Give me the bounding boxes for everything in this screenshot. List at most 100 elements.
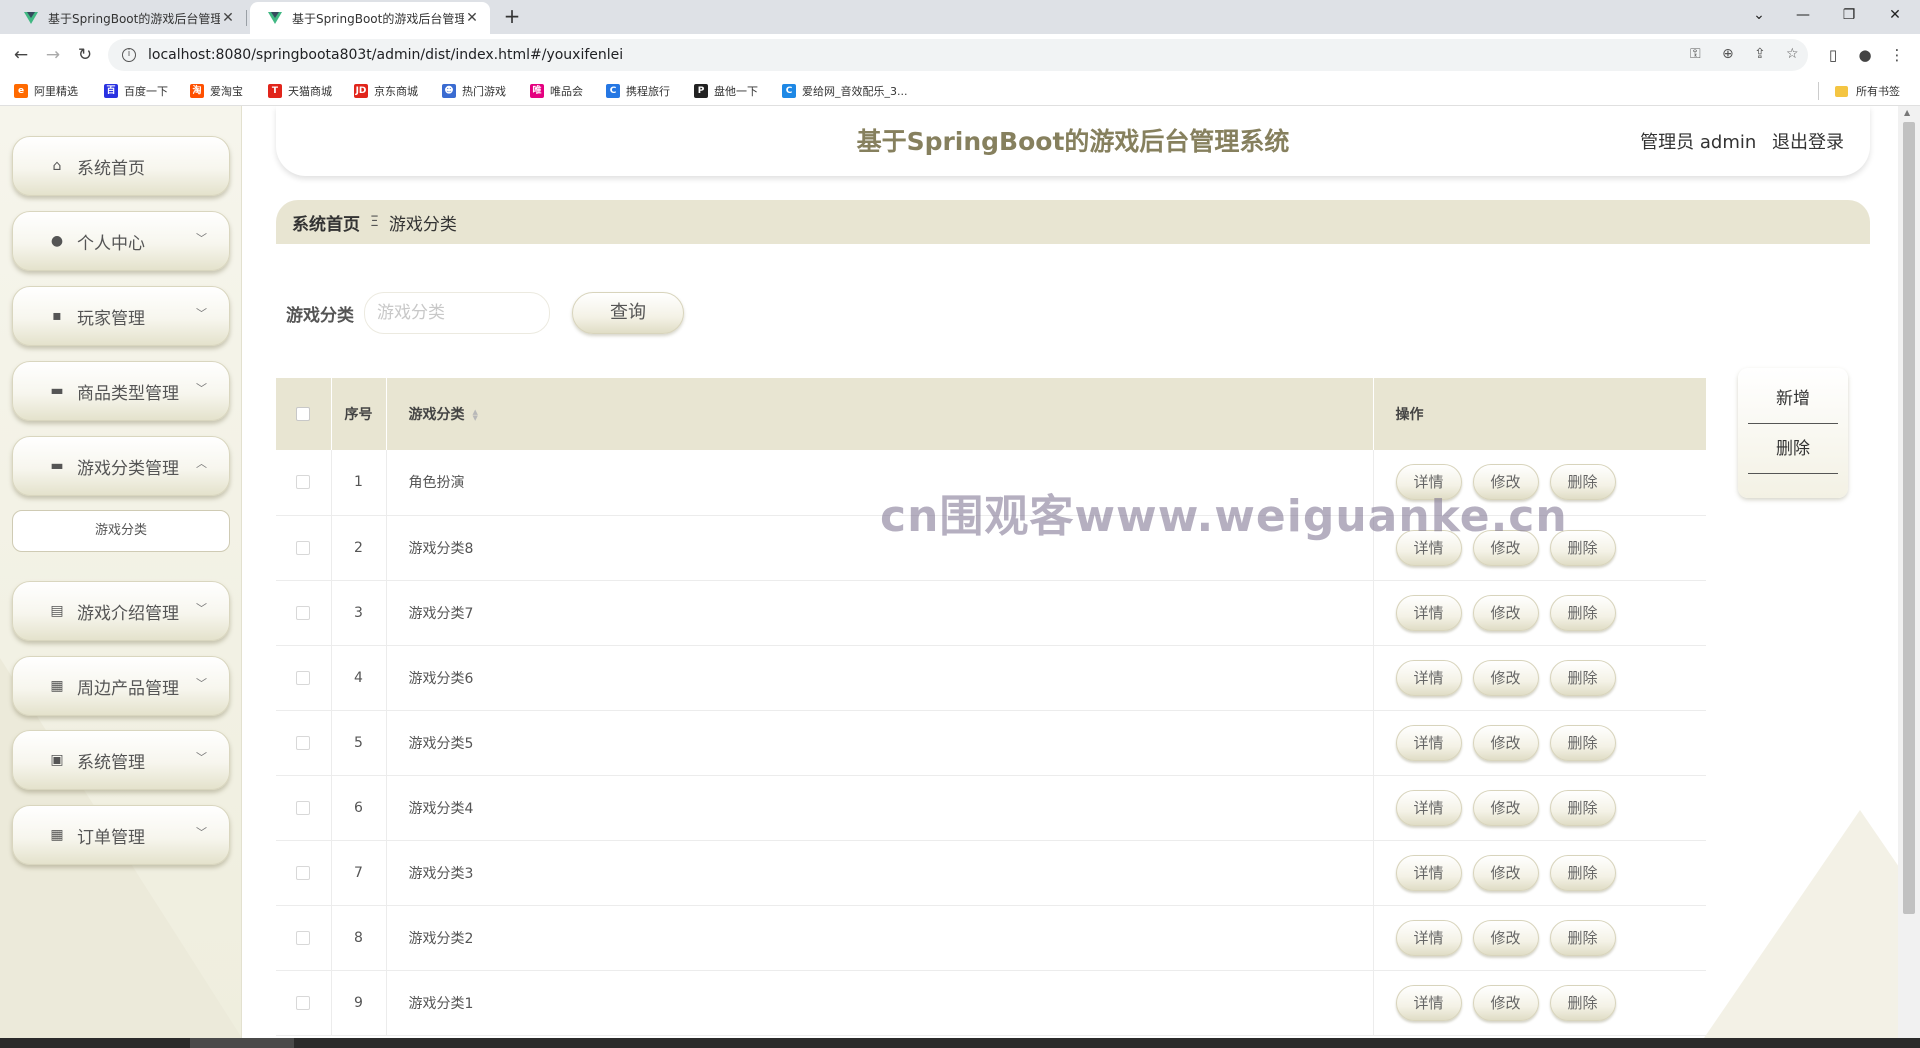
tab-close-icon[interactable]: ✕ [464,10,480,26]
sidebar-item-order-management[interactable]: ▦ 订单管理 ﹀ [12,805,230,865]
edit-button[interactable]: 修改 [1472,919,1539,956]
edit-button[interactable]: 修改 [1472,464,1539,501]
browser-tab[interactable]: 基于SpringBoot的游戏后台管理 ✕ [6,2,246,34]
edit-button[interactable]: 修改 [1472,659,1539,696]
detail-button[interactable]: 详情 [1395,984,1462,1021]
minimize-icon[interactable]: — [1780,0,1826,30]
sidebar-item-home[interactable]: ⌂ 系统首页 [12,136,230,196]
sidebar-item-game-intro-management[interactable]: ▤ 游戏介绍管理 ﹀ [12,581,230,641]
back-icon[interactable]: ← [8,42,34,68]
table-row: 1 角色扮演 详情 修改 删除 [276,450,1706,516]
bookmark[interactable]: 唯唯品会 [530,83,583,99]
bookmark[interactable]: e 阿里精选 [14,83,78,99]
sidebar-subitem-game-category[interactable]: 游戏分类 [12,510,230,552]
detail-button[interactable]: 详情 [1395,594,1462,631]
edit-button[interactable]: 修改 [1472,594,1539,631]
sidebar-item-system-management[interactable]: ▣ 系统管理 ﹀ [12,730,230,790]
name-column-header[interactable]: 游戏分类 ▲ ▼ [386,378,1374,450]
detail-button[interactable]: 详情 [1395,789,1462,826]
bookmark[interactable]: ☻ 热门游戏 [442,83,506,99]
address-bar[interactable]: i localhost:8080/springboota803t/admin/d… [108,39,1808,71]
row-checkbox[interactable] [296,865,311,880]
select-all-checkbox[interactable] [296,407,311,421]
sidebar-item-game-category-management[interactable]: ▬ 游戏分类管理 ︿ [12,436,230,496]
row-checkbox[interactable] [296,475,311,490]
row-checkbox[interactable] [296,605,311,620]
delete-button[interactable]: 删除 [1549,464,1616,501]
edit-button[interactable]: 修改 [1472,854,1539,891]
new-tab-icon[interactable]: + [498,4,526,28]
bookmark[interactable]: JD 京东商城 [354,83,418,99]
detail-button[interactable]: 详情 [1395,659,1462,696]
sidebar-item-player-management[interactable]: ▪ 玩家管理 ﹀ [12,286,230,346]
edit-button[interactable]: 修改 [1472,724,1539,761]
delete-button[interactable]: 删除 [1549,529,1616,566]
taskbar-app[interactable] [190,1038,294,1048]
sidebar-item-personal-center[interactable]: ● 个人中心 ﹀ [12,211,230,271]
forward-icon[interactable]: → [40,42,66,68]
scrollbar-thumb[interactable] [1903,122,1915,914]
edit-button[interactable]: 修改 [1472,789,1539,826]
share-icon[interactable]: ⇪ [1754,46,1766,62]
detail-button[interactable]: 详情 [1395,724,1462,761]
bookmark[interactable]: P 盘他一下 [694,83,758,99]
logout-link[interactable]: 退出登录 [1772,132,1844,153]
add-button[interactable]: 新增 [1748,374,1838,424]
sidepanel-icon[interactable]: ▯ [1820,42,1846,68]
delete-button[interactable]: 删除 [1549,594,1616,631]
table-row: 2 游戏分类8 详情 修改 删除 [276,515,1706,581]
query-button[interactable]: 查询 [572,292,684,334]
aigei-icon: C [782,84,796,98]
delete-button[interactable]: 删除 [1549,984,1616,1021]
delete-button[interactable]: 删除 [1549,919,1616,956]
detail-button[interactable]: 详情 [1395,854,1462,891]
tab-close-icon[interactable]: ✕ [220,10,236,26]
row-checkbox[interactable] [296,995,311,1010]
url-text[interactable]: localhost:8080/springboota803t/admin/dis… [148,47,623,63]
row-checkbox[interactable] [296,930,311,945]
bookmark[interactable]: 淘爱淘宝 [190,83,243,99]
detail-button[interactable]: 详情 [1395,529,1462,566]
tab-search-icon[interactable]: ⌄ [1736,0,1782,30]
bookmark[interactable]: 百百度一下 [104,83,168,99]
delete-button[interactable]: 删除 [1549,659,1616,696]
restore-icon[interactable]: ❐ [1826,0,1872,30]
key-icon[interactable]: ⚿ [1690,46,1701,62]
sort-icon[interactable]: ▲ ▼ [473,409,478,422]
reload-icon[interactable]: ↻ [72,42,98,68]
site-info-icon[interactable]: i [122,48,136,62]
profile-avatar-icon[interactable]: ● [1852,42,1878,68]
sidebar-item-merch-management[interactable]: ▦ 周边产品管理 ﹀ [12,656,230,716]
data-table: 序号 游戏分类 ▲ ▼ 操作 1 角色扮演 详情 修改 删除 2 游戏分类8 详… [276,378,1706,1038]
bulk-delete-button[interactable]: 删除 [1748,424,1838,474]
browser-tab-active[interactable]: 基于SpringBoot的游戏后台管理 ✕ [250,2,490,34]
star-icon[interactable]: ☆ [1786,46,1799,62]
all-bookmarks[interactable]: 所有书签 [1835,83,1900,99]
window-close-icon[interactable]: ✕ [1872,0,1918,30]
row-checkbox[interactable] [296,800,311,815]
row-actions: 详情 修改 删除 [1373,710,1706,776]
row-checkbox[interactable] [296,540,311,555]
baidu-icon: 百 [104,84,118,98]
delete-button[interactable]: 删除 [1549,789,1616,826]
detail-button[interactable]: 详情 [1395,919,1462,956]
row-checkbox[interactable] [296,670,311,685]
bookmark[interactable]: C 携程旅行 [606,83,670,99]
bookmark[interactable]: T 天猫商城 [268,83,332,99]
chevron-down-icon: ﹀ [196,602,207,615]
menu-dots-icon[interactable]: ⋮ [1884,42,1910,68]
edit-button[interactable]: 修改 [1472,529,1539,566]
row-checkbox[interactable] [296,735,311,750]
browser-tabstrip: 基于SpringBoot的游戏后台管理 ✕ 基于SpringBoot的游戏后台管… [0,0,1920,34]
search-input[interactable] [364,292,550,334]
zoom-icon[interactable]: ⊕ [1722,46,1734,62]
page-scrollbar[interactable]: ▲ [1898,106,1920,1038]
detail-button[interactable]: 详情 [1395,464,1462,501]
delete-button[interactable]: 删除 [1549,854,1616,891]
bookmark[interactable]: C 爱给网_音效配乐_3... [782,83,908,99]
delete-button[interactable]: 删除 [1549,724,1616,761]
scroll-up-icon[interactable]: ▲ [1904,108,1910,117]
breadcrumb-home[interactable]: 系统首页 [292,210,360,235]
sidebar-item-product-type-management[interactable]: ▬ 商品类型管理 ﹀ [12,361,230,421]
edit-button[interactable]: 修改 [1472,984,1539,1021]
